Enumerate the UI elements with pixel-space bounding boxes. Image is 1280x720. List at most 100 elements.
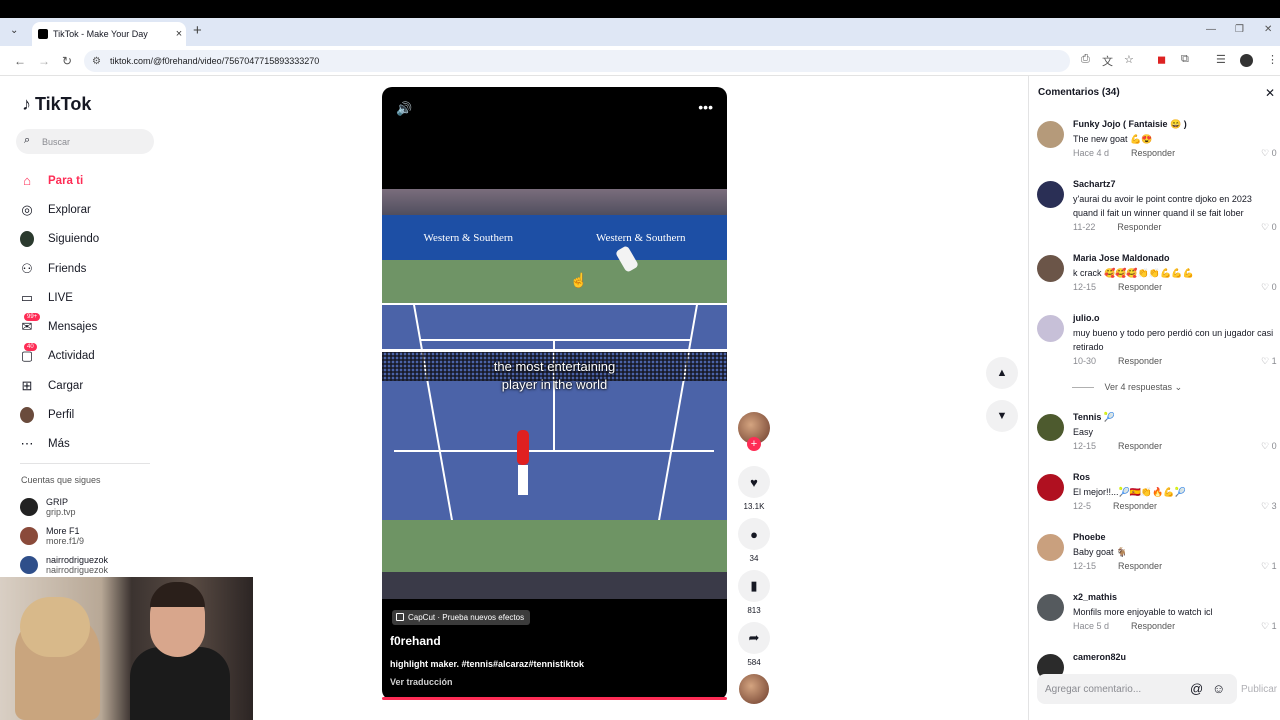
translate-icon[interactable]: 文 — [1102, 53, 1113, 69]
comment-author[interactable]: Tennis 🎾 — [1073, 412, 1115, 423]
sidebar-item-mas[interactable]: ⋯ Más — [20, 430, 160, 459]
comment-like-button[interactable]: ♡ 1 — [1261, 356, 1277, 367]
comment-like-button[interactable]: ♡ 0 — [1261, 441, 1277, 452]
video-author[interactable]: f0rehand — [390, 634, 441, 648]
avatar[interactable] — [1037, 181, 1064, 208]
more-options-icon[interactable]: ••• — [698, 99, 713, 115]
comment-author[interactable]: Funky Jojo ( Fantaisie 😄 ) — [1073, 119, 1187, 130]
avatar[interactable] — [1037, 594, 1064, 621]
effect-tag[interactable]: CapCut · Prueba nuevos efectos — [392, 610, 531, 625]
like-count: 13.1K — [743, 502, 765, 511]
sidebar-item-friends[interactable]: ⚇ Friends — [20, 254, 160, 283]
video-player[interactable]: Western & Southern Western & Southern th… — [382, 87, 727, 700]
reply-button[interactable]: Responder — [1118, 561, 1162, 571]
view-replies-link[interactable]: Ver 4 respuestas ⌄ — [1072, 382, 1182, 393]
bookmark-star-icon[interactable]: ☆ — [1124, 53, 1134, 66]
comment-like-button[interactable]: ♡ 0 — [1261, 282, 1277, 293]
reply-button[interactable]: Responder — [1118, 441, 1162, 451]
sidebar-item-mensajes[interactable]: ✉ 99+ Mensajes — [20, 312, 160, 341]
install-icon[interactable]: ⎙ — [1081, 53, 1090, 66]
avatar[interactable] — [1037, 534, 1064, 561]
comment-input[interactable]: Agregar comentario... — [1037, 674, 1237, 704]
following-item[interactable]: GRIP grip.tvp — [20, 492, 108, 521]
comment-text: El mejor!!...🎾🇪🇸👏🔥💪🎾 — [1073, 487, 1186, 497]
comment-like-button[interactable]: ♡ 3 — [1261, 501, 1277, 512]
sidebar-item-cargar[interactable]: ⊞ Cargar — [20, 371, 160, 400]
following-item[interactable]: More F1 more.f1/9 — [20, 521, 108, 550]
reply-button[interactable]: Responder — [1117, 222, 1161, 232]
comment-author[interactable]: Sachartz7 — [1073, 179, 1116, 189]
comment-button[interactable]: ● — [738, 518, 770, 550]
reload-icon[interactable]: ↻ — [62, 54, 72, 68]
new-tab-button[interactable]: + — [193, 22, 202, 39]
comment-author[interactable]: julio.o — [1073, 313, 1100, 323]
volume-icon[interactable]: 🔊 — [396, 101, 412, 117]
reply-button[interactable]: Responder — [1131, 148, 1175, 158]
extensions-icon[interactable]: ⧉ — [1181, 53, 1189, 66]
service-line-far — [420, 339, 690, 341]
follow-plus-icon[interactable]: + — [747, 437, 761, 451]
tab-close-icon[interactable]: × — [172, 28, 186, 40]
save-button[interactable]: ▮ — [738, 570, 770, 602]
forward-icon[interactable]: → — [38, 54, 50, 68]
site-info-icon[interactable]: ⚙ — [92, 56, 101, 67]
save-count: 813 — [747, 606, 761, 615]
action-bar: + ♥ 13.1K ● 34 ▮ 813 ➦ 584 — [738, 412, 770, 704]
avatar[interactable] — [1037, 121, 1064, 148]
comment-like-button[interactable]: ♡ 1 — [1261, 561, 1277, 572]
tab-search-icon[interactable]: ⌄ — [10, 25, 18, 36]
creator-avatar[interactable]: + — [738, 412, 770, 451]
comment-time: 12-5 — [1073, 501, 1092, 511]
browser-menu-icon[interactable]: ⋮ — [1267, 53, 1278, 66]
profile-avatar-icon[interactable] — [1240, 54, 1253, 67]
avatar[interactable] — [1037, 255, 1064, 282]
following-item[interactable]: nairrodriguezok nairrodriguezok — [20, 550, 108, 579]
tiktok-logo[interactable]: ♪ TikTok — [22, 94, 91, 115]
search-input[interactable]: ⌕ Buscar — [16, 129, 154, 154]
close-comments-icon[interactable]: ✕ — [1265, 86, 1275, 100]
sound-disc-avatar[interactable] — [739, 674, 769, 704]
minimize-icon[interactable]: — — [1206, 24, 1216, 35]
comment-author[interactable]: x2_mathis — [1073, 592, 1117, 602]
browser-tab[interactable]: TikTok - Make Your Day × — [32, 22, 186, 46]
comment-author[interactable]: Ros — [1073, 472, 1090, 482]
translate-link[interactable]: Ver traducción — [390, 677, 453, 687]
next-video-button[interactable]: ▼ — [986, 400, 1018, 432]
comments-header: Comentarios (34) — [1038, 87, 1120, 98]
sidebar-item-live[interactable]: ▭ LIVE — [20, 283, 160, 312]
comment-author[interactable]: Maria Jose Maldonado — [1073, 253, 1170, 263]
share-button[interactable]: ➦ — [738, 622, 770, 654]
comment-author[interactable]: cameron82u — [1073, 652, 1126, 662]
restore-icon[interactable]: ❐ — [1235, 24, 1244, 35]
reply-button[interactable]: Responder — [1118, 356, 1162, 366]
comment-like-button[interactable]: ♡ 0 — [1261, 222, 1277, 233]
avatar[interactable] — [1037, 414, 1064, 441]
reply-button[interactable]: Responder — [1118, 282, 1162, 292]
back-icon[interactable]: ← — [14, 54, 26, 68]
media-icon[interactable]: ☰ — [1216, 53, 1226, 66]
mention-icon[interactable]: @ — [1190, 681, 1203, 696]
publish-button[interactable]: Publicar — [1241, 684, 1277, 695]
sidebar-item-actividad[interactable]: ▢ 40 Actividad — [20, 342, 160, 371]
comment-like-button[interactable]: ♡ 0 — [1261, 148, 1277, 159]
emoji-icon[interactable]: ☺ — [1212, 681, 1225, 696]
window-close-icon[interactable]: ✕ — [1264, 24, 1272, 35]
sidebar-item-label: Mensajes — [48, 321, 98, 334]
comment-author[interactable]: Phoebe — [1073, 532, 1106, 542]
url-field[interactable]: tiktok.com/@f0rehand/video/7567047715893… — [84, 50, 1070, 72]
comment-like-count: 0 — [1271, 222, 1277, 232]
video-progress-bar[interactable] — [382, 697, 727, 700]
sidebar-item-siguiendo[interactable]: Siguiendo — [20, 225, 160, 254]
like-button[interactable]: ♥ — [738, 466, 770, 498]
comment-like-button[interactable]: ♡ 1 — [1261, 621, 1277, 632]
sidebar-item-explorar[interactable]: ◎ Explorar — [20, 195, 160, 224]
avatar[interactable] — [1037, 315, 1064, 342]
reply-button[interactable]: Responder — [1131, 621, 1175, 631]
avatar[interactable] — [1037, 474, 1064, 501]
sidebar-item-para-ti[interactable]: ⌂ Para ti — [20, 166, 160, 195]
comment-like-count: 0 — [1271, 441, 1277, 451]
sidebar-item-perfil[interactable]: Perfil — [20, 400, 160, 429]
previous-video-button[interactable]: ▲ — [986, 357, 1018, 389]
extension-red-icon[interactable]: ◼ — [1157, 53, 1166, 66]
reply-button[interactable]: Responder — [1113, 501, 1157, 511]
